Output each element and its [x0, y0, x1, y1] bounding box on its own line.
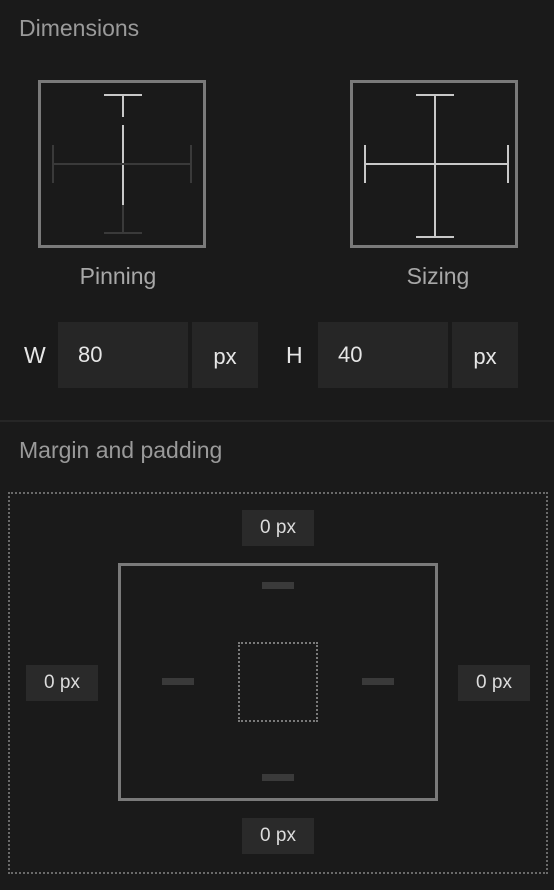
margin-left-value[interactable]: 0 px	[26, 665, 98, 701]
margin-padding-title: Margin and padding	[19, 437, 223, 463]
width-unit-button[interactable]: px	[192, 322, 258, 388]
height-input[interactable]: 40	[318, 322, 448, 388]
margin-top-value[interactable]: 0 px	[242, 510, 314, 546]
padding-top-handle[interactable]	[262, 582, 294, 589]
margin-bottom-value[interactable]: 0 px	[242, 818, 314, 854]
section-divider	[0, 420, 554, 422]
padding-left-handle[interactable]	[162, 678, 194, 685]
height-label: H	[286, 342, 303, 368]
dimensions-title: Dimensions	[19, 15, 140, 41]
padding-bottom-handle[interactable]	[262, 774, 294, 781]
width-label: W	[24, 342, 46, 368]
pinning-label: Pinning	[79, 263, 157, 289]
content-box	[238, 642, 318, 722]
pinning-icon	[52, 94, 192, 234]
sizing-label: Sizing	[406, 263, 470, 289]
width-input[interactable]: 80	[58, 322, 188, 388]
height-unit-button[interactable]: px	[452, 322, 518, 388]
padding-right-handle[interactable]	[362, 678, 394, 685]
sizing-widget[interactable]	[350, 80, 518, 248]
pinning-widget[interactable]	[38, 80, 206, 248]
margin-right-value[interactable]: 0 px	[458, 665, 530, 701]
sizing-icon	[364, 94, 509, 238]
